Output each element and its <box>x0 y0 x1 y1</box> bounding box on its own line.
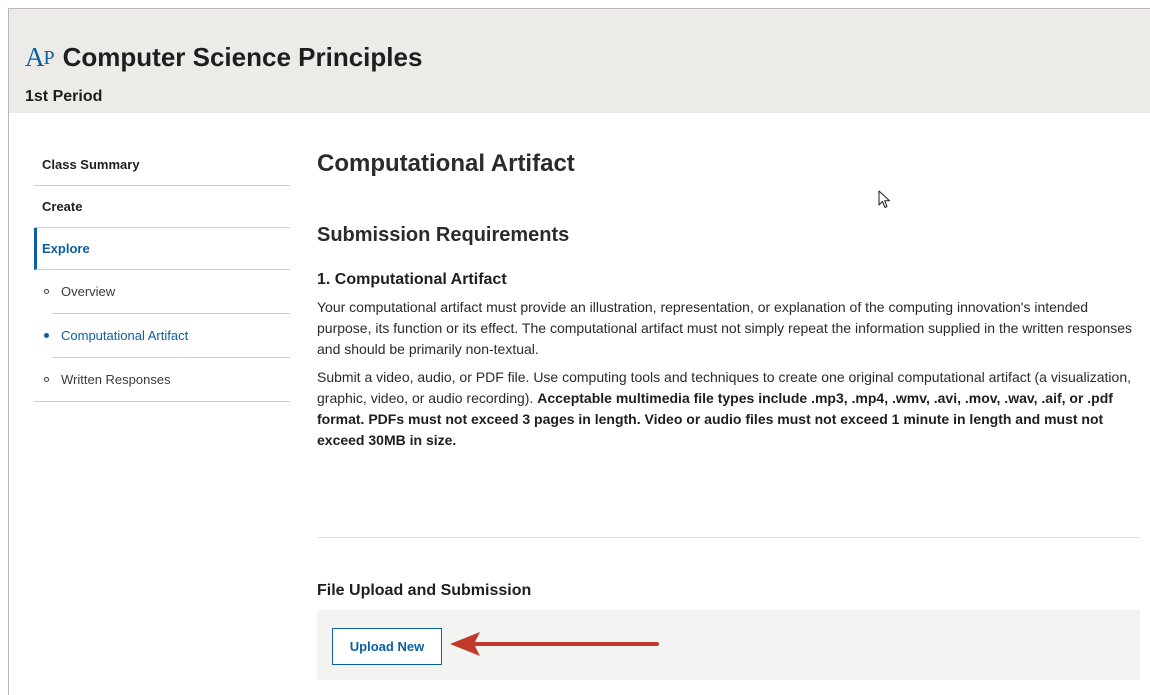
app-title-row: AP Computer Science Principles <box>25 44 422 71</box>
bullet-icon <box>44 289 49 294</box>
sidebar-subitem-written-responses[interactable]: Written Responses <box>34 358 290 401</box>
page-title: Computational Artifact <box>317 150 575 177</box>
mouse-pointer-icon <box>878 190 890 208</box>
sidebar-item-create[interactable]: Create <box>34 186 290 228</box>
explore-sub-list: Overview Computational Artifact Written … <box>34 270 290 402</box>
sidebar-subitem-label: Written Responses <box>61 372 171 387</box>
requirement-title: 1. Computational Artifact <box>317 270 507 288</box>
bullet-icon <box>44 377 49 382</box>
bullet-icon <box>44 333 49 338</box>
upload-new-button[interactable]: Upload New <box>332 628 442 665</box>
section-title: Submission Requirements <box>317 223 570 246</box>
upload-panel: Upload New <box>317 610 1140 680</box>
sidebar-item-explore[interactable]: Explore <box>34 228 290 270</box>
section-divider <box>317 537 1140 538</box>
submission-instructions: Submit a video, audio, or PDF file. Use … <box>317 367 1142 451</box>
sidebar-subitem-overview[interactable]: Overview <box>34 270 290 313</box>
red-arrow-icon <box>450 632 659 656</box>
class-period: 1st Period <box>25 88 103 105</box>
ap-logo-icon: AP <box>25 42 55 72</box>
sidebar-subitem-label: Overview <box>61 284 116 299</box>
requirement-description: Your computational artifact must provide… <box>317 298 1133 357</box>
sidebar: Class Summary Create Explore Overview Co… <box>34 144 290 402</box>
sidebar-subitem-label: Computational Artifact <box>61 328 189 343</box>
upload-section-title: File Upload and Submission <box>317 582 532 599</box>
main-content: Computational Artifact Submission Requir… <box>317 150 1142 451</box>
app-title: Computer Science Principles <box>62 42 423 72</box>
sidebar-subitem-computational-artifact[interactable]: Computational Artifact <box>34 314 290 357</box>
sidebar-item-class-summary[interactable]: Class Summary <box>34 144 290 186</box>
